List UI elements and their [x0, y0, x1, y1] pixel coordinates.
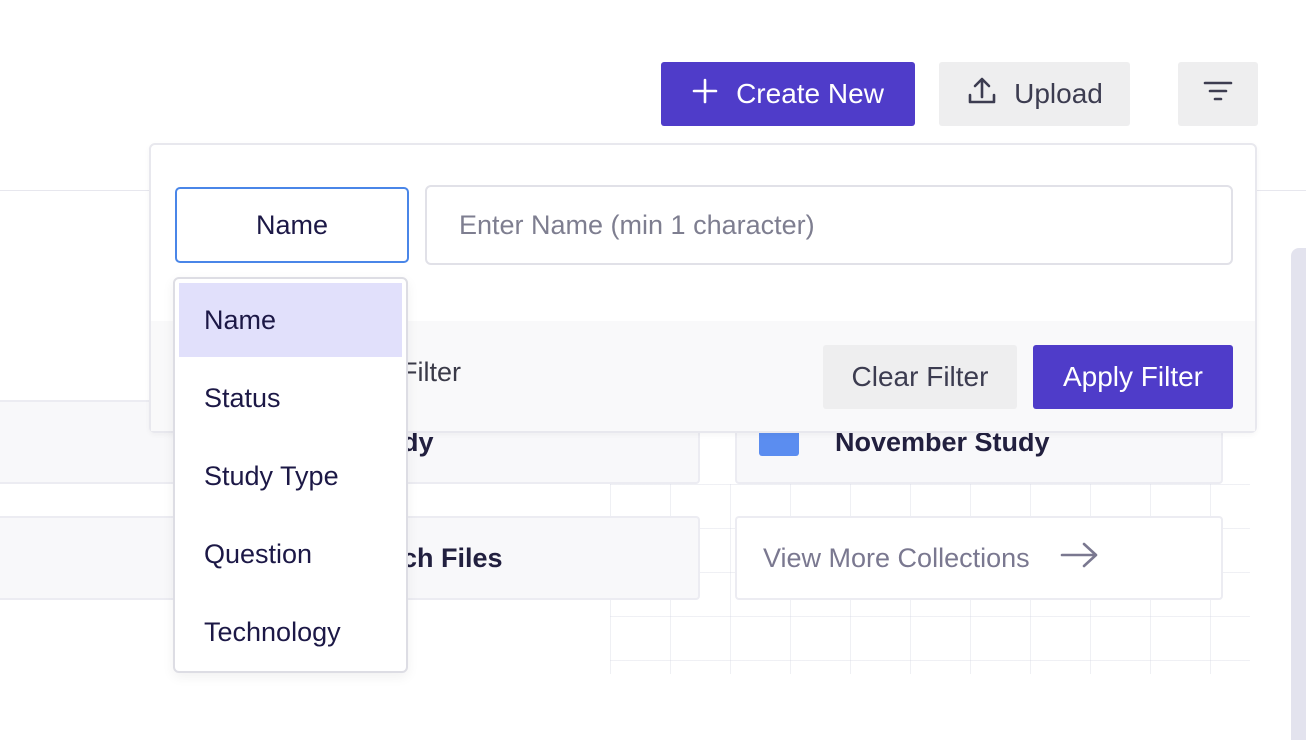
dropdown-option-name[interactable]: Name: [179, 283, 402, 357]
dropdown-option-technology[interactable]: Technology: [179, 595, 402, 669]
filter-value-input[interactable]: [425, 185, 1233, 265]
upload-icon: [966, 75, 998, 114]
view-more-collections-link[interactable]: View More Collections: [735, 516, 1223, 600]
filter-field-dropdown: Name Status Study Type Question Technolo…: [173, 277, 408, 673]
dropdown-option-status[interactable]: Status: [179, 361, 402, 435]
create-new-button[interactable]: Create New: [661, 62, 915, 126]
dropdown-option-question[interactable]: Question: [179, 517, 402, 591]
filter-field-select[interactable]: Name: [175, 187, 409, 263]
apply-filter-button[interactable]: Apply Filter: [1033, 345, 1233, 409]
clear-filter-button[interactable]: Clear Filter: [823, 345, 1017, 409]
create-new-label: Create New: [736, 78, 884, 109]
filter-footer-label: Filter: [401, 357, 461, 387]
view-more-label: View More Collections: [763, 542, 1030, 573]
plus-icon: [692, 78, 718, 111]
filter-lines-icon: [1203, 78, 1233, 110]
scrollbar[interactable]: [1291, 248, 1306, 740]
filter-toggle-button[interactable]: [1178, 62, 1258, 126]
arrow-right-icon: [1060, 541, 1100, 576]
collection-card-label: ch Files: [402, 542, 503, 573]
upload-label: Upload: [1014, 78, 1103, 109]
upload-button[interactable]: Upload: [939, 62, 1130, 126]
dropdown-option-study-type[interactable]: Study Type: [179, 439, 402, 513]
